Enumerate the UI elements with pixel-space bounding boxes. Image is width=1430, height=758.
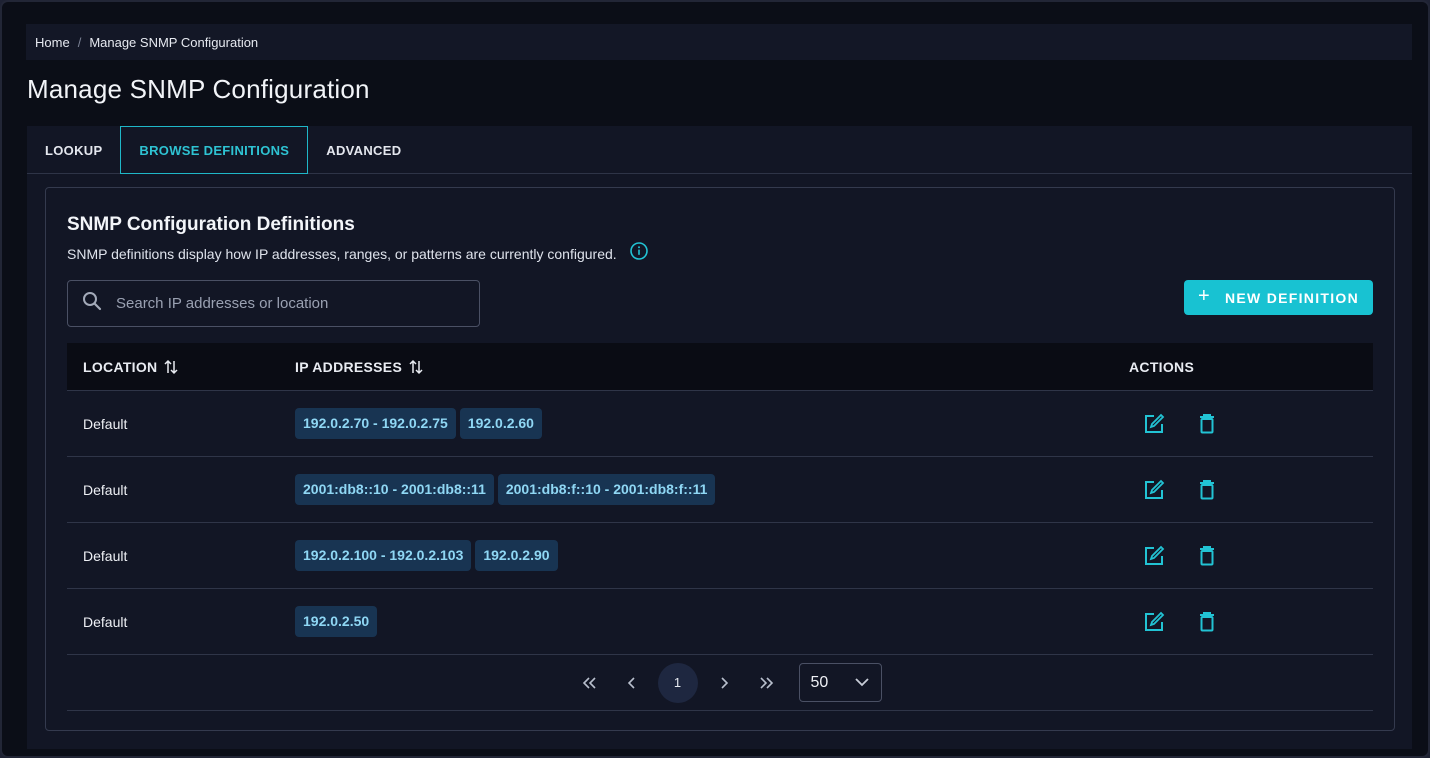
ip-chip: 192.0.2.90 [475, 540, 558, 571]
trash-icon[interactable] [1199, 479, 1215, 500]
table-row: Default 192.0.2.100 - 192.0.2.103 192.0.2… [67, 523, 1373, 589]
trash-icon[interactable] [1199, 611, 1215, 632]
main-panel: LOOKUP BROWSE DEFINITIONS ADVANCED SNMP … [27, 126, 1412, 749]
ip-chip: 192.0.2.60 [459, 408, 542, 439]
row-ip-list: 192.0.2.50 [295, 606, 1129, 637]
row-ip-list: 192.0.2.70 - 192.0.2.75 192.0.2.60 [295, 408, 1129, 439]
row-actions [1129, 545, 1373, 567]
pagination: 1 50 [67, 655, 1373, 711]
first-page-icon[interactable] [572, 666, 606, 700]
ip-chip: 192.0.2.50 [295, 606, 378, 637]
table-row: Default 192.0.2.70 - 192.0.2.75 192.0.2.6… [67, 391, 1373, 457]
plus-icon: + [1197, 285, 1211, 307]
next-page-icon[interactable] [707, 666, 741, 700]
edit-icon[interactable] [1143, 545, 1165, 567]
header-actions: ACTIONS [1129, 358, 1195, 375]
tab-bar: LOOKUP BROWSE DEFINITIONS ADVANCED [27, 126, 1412, 174]
ip-chip: 2001:db8::10 - 2001:db8::11 [295, 474, 494, 505]
sort-icon[interactable] [409, 359, 423, 375]
tab-lookup[interactable]: LOOKUP [27, 126, 120, 174]
breadcrumb-current: Manage SNMP Configuration [89, 34, 259, 50]
edit-icon[interactable] [1143, 413, 1165, 435]
breadcrumb-separator: / [77, 34, 82, 50]
row-location: Default [83, 547, 128, 564]
search-icon [82, 291, 102, 316]
chevron-down-icon [854, 674, 870, 692]
trash-icon[interactable] [1199, 413, 1215, 434]
edit-icon[interactable] [1143, 611, 1165, 633]
page-size-select[interactable]: 50 [798, 663, 882, 702]
header-location-label: LOCATION [83, 358, 158, 375]
row-ip-list: 2001:db8::10 - 2001:db8::11 2001:db8:f::1… [295, 474, 1129, 505]
card-subtitle-row: SNMP definitions display how IP addresse… [67, 242, 649, 262]
card-title: SNMP Configuration Definitions [67, 214, 355, 235]
row-actions [1129, 479, 1373, 501]
ip-chip: 2001:db8:f::10 - 2001:db8:f::11 [497, 474, 716, 505]
breadcrumb-home[interactable]: Home [35, 35, 70, 50]
page-title: Manage SNMP Configuration [27, 74, 370, 104]
header-ip-addresses[interactable]: IP ADDRESSES [295, 359, 1129, 375]
row-actions [1129, 413, 1373, 435]
trash-icon[interactable] [1199, 545, 1215, 566]
row-actions [1129, 611, 1373, 633]
app-window: Home / Manage SNMP Configuration Manage … [0, 0, 1430, 758]
table-row: Default 192.0.2.50 [67, 589, 1373, 655]
sort-icon[interactable] [164, 359, 178, 375]
breadcrumb: Home / Manage SNMP Configuration [26, 24, 1412, 60]
table-header: LOCATION IP ADDRESSES ACTIONS [67, 343, 1373, 391]
search-input[interactable] [116, 295, 456, 312]
page-size-value: 50 [810, 673, 829, 691]
row-location: Default [83, 481, 128, 498]
current-page-button[interactable]: 1 [657, 662, 698, 703]
last-page-icon[interactable] [750, 666, 784, 700]
search-box [67, 280, 480, 327]
table-row: Default 2001:db8::10 - 2001:db8::11 2001:… [67, 457, 1373, 523]
row-ip-list: 192.0.2.100 - 192.0.2.103 192.0.2.90 [295, 540, 1129, 571]
header-ip-label: IP ADDRESSES [295, 358, 403, 375]
edit-icon[interactable] [1143, 479, 1165, 501]
definitions-card: SNMP Configuration Definitions SNMP defi… [45, 187, 1395, 731]
tab-advanced[interactable]: ADVANCED [308, 126, 419, 174]
prev-page-icon[interactable] [615, 666, 649, 700]
header-location[interactable]: LOCATION [67, 359, 295, 375]
row-location: Default [83, 613, 128, 630]
new-definition-label: NEW DEFINITION [1224, 289, 1360, 306]
info-icon[interactable] [629, 241, 649, 261]
ip-chip: 192.0.2.100 - 192.0.2.103 [295, 540, 472, 571]
ip-chip: 192.0.2.70 - 192.0.2.75 [295, 408, 456, 439]
new-definition-button[interactable]: + NEW DEFINITION [1184, 280, 1373, 315]
card-subtitle: SNMP definitions display how IP addresse… [67, 246, 617, 262]
definitions-table: LOCATION IP ADDRESSES ACTIONS Default 19… [67, 343, 1373, 711]
tab-browse-definitions[interactable]: BROWSE DEFINITIONS [120, 126, 309, 174]
row-location: Default [83, 415, 128, 432]
